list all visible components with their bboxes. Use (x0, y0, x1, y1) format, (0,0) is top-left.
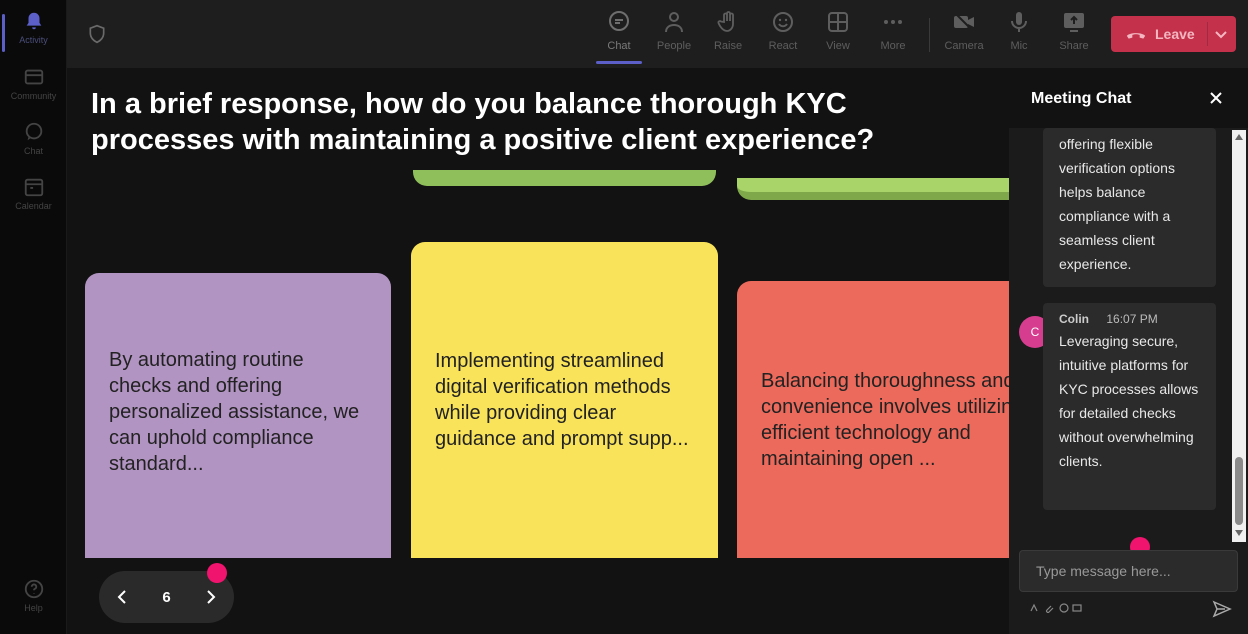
rail-item-chat[interactable]: Chat (0, 121, 67, 171)
message-author: Colin (1059, 312, 1089, 326)
leave-divider (1207, 22, 1208, 46)
smiley-icon (773, 12, 793, 32)
response-card[interactable]: By automating routine checks and offerin… (85, 273, 391, 558)
message-text: Leveraging secure, intuitive platforms f… (1059, 333, 1199, 469)
rail-item-calendar[interactable]: Calendar (0, 176, 67, 226)
avatar-initial: C (1030, 325, 1040, 339)
mic-button[interactable]: Mic (994, 10, 1044, 62)
leave-label: Leave (1155, 26, 1195, 42)
chat-message: offering flexible verification options h… (1043, 128, 1216, 287)
people-label: People (656, 40, 692, 52)
card-edge (413, 170, 716, 186)
chat-icon (25, 122, 42, 141)
chat-label: Chat (607, 40, 631, 52)
raise-label: Raise (713, 40, 743, 52)
card-text: Implementing streamlined digital verific… (435, 350, 689, 450)
app-rail: Activity Community Chat Calendar Help (0, 0, 67, 634)
view-button[interactable]: View (813, 10, 863, 62)
person-icon (665, 12, 683, 33)
microphone-icon (1011, 12, 1027, 32)
card-text: Balancing thoroughness and convenience i… (761, 370, 1009, 470)
chat-icon (609, 11, 629, 31)
more-button[interactable]: More (868, 10, 918, 62)
leave-button[interactable]: Leave (1111, 16, 1236, 52)
react-label: React (768, 40, 798, 52)
chevron-left-icon[interactable] (113, 588, 131, 606)
card-edge (737, 178, 1009, 200)
chevron-down-icon[interactable] (1213, 26, 1229, 42)
chat-button[interactable]: Chat (594, 10, 644, 64)
meeting-chat-panel: Meeting Chat offering flexible verificat… (1009, 68, 1248, 634)
share-screen-icon (1064, 13, 1084, 32)
meeting-toolbar: Chat People Raise React View More Camera… (67, 0, 1248, 68)
help-icon (24, 579, 43, 599)
view-label: View (826, 40, 850, 52)
presentation-stage: In a brief response, how do you balance … (67, 68, 1009, 634)
chevron-right-icon[interactable] (202, 588, 220, 606)
camera-label: Camera (944, 40, 984, 52)
response-card[interactable]: Balancing thoroughness and convenience i… (737, 281, 1009, 558)
rail-item-label: Chat (23, 146, 43, 156)
page-number: 6 (162, 588, 171, 606)
bell-icon (26, 12, 41, 30)
hand-icon (717, 11, 734, 32)
chat-scrollbar[interactable] (1232, 130, 1246, 542)
scroll-down-arrow[interactable] (1235, 530, 1243, 536)
share-label: Share (1059, 40, 1089, 52)
message-time: 16:07 PM (1106, 312, 1158, 326)
format-icon[interactable] (1029, 603, 1039, 613)
chat-title: Meeting Chat (1031, 90, 1132, 107)
response-card[interactable]: Implementing streamlined digital verific… (411, 242, 718, 558)
message-meta: Colin 16:07 PM (1059, 311, 1200, 327)
community-icon (24, 69, 43, 85)
mic-label: Mic (1010, 40, 1028, 52)
rail-item-label: Activity (19, 35, 48, 45)
shield-icon[interactable] (87, 24, 107, 44)
send-icon[interactable] (1212, 599, 1232, 619)
rail-item-label: Community (10, 91, 57, 101)
chat-header: Meeting Chat (1009, 68, 1248, 128)
hang-up-icon (1126, 33, 1146, 39)
calendar-icon (24, 178, 43, 197)
rail-item-label: Help (24, 603, 43, 613)
raise-hand-button[interactable]: Raise (703, 10, 753, 62)
rail-item-community[interactable]: Community (0, 66, 67, 116)
question-title: In a brief response, how do you balance … (91, 88, 875, 156)
pointer-dot (207, 563, 227, 583)
grid-view-icon (828, 12, 848, 32)
toolbar-divider (929, 18, 930, 52)
people-button[interactable]: People (649, 10, 699, 62)
scroll-up-arrow[interactable] (1235, 134, 1243, 140)
camera-button[interactable]: Camera (939, 10, 989, 62)
close-icon[interactable] (1208, 90, 1224, 106)
attach-icon[interactable] (1044, 603, 1054, 613)
camera-off-icon (954, 12, 974, 32)
more-label: More (880, 40, 906, 52)
react-button[interactable]: React (758, 10, 808, 62)
message-text: offering flexible verification options h… (1059, 136, 1175, 272)
rail-item-label: Calendar (15, 201, 52, 211)
card-text: By automating routine checks and offerin… (109, 349, 360, 475)
message-input[interactable] (1019, 550, 1238, 592)
gif-icon[interactable] (1072, 603, 1082, 613)
scroll-thumb[interactable] (1235, 457, 1243, 525)
more-icon (884, 20, 902, 24)
share-button[interactable]: Share (1049, 10, 1099, 62)
chat-message: Colin 16:07 PM Leveraging secure, intuit… (1043, 303, 1216, 510)
rail-item-help[interactable]: Help (0, 578, 67, 628)
emoji-icon[interactable] (1059, 603, 1069, 613)
rail-item-activity[interactable]: Activity (0, 10, 67, 60)
